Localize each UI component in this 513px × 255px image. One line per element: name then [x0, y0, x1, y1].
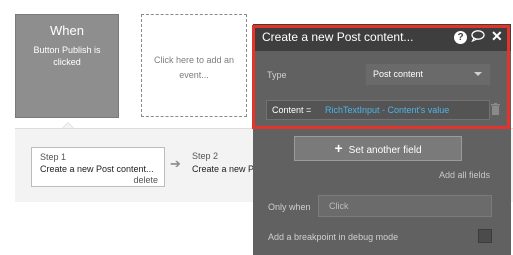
set-another-field-label: Set another field: [348, 145, 422, 156]
close-icon[interactable]: ✕: [491, 28, 503, 45]
delete-step-link[interactable]: delete: [133, 175, 158, 185]
content-field-row[interactable]: Content = RichTextInput - Content's valu…: [266, 100, 490, 120]
panel-caret-inner: [63, 123, 73, 128]
event-subtitle: Button Publish is clicked: [33, 45, 101, 67]
step-number: Step 2: [192, 151, 219, 161]
event-card-button-publish[interactable]: When Button Publish is clicked: [15, 14, 119, 118]
type-select-value: Post content: [373, 69, 424, 79]
comment-icon[interactable]: [471, 30, 485, 45]
plus-icon: +: [334, 140, 343, 156]
field-dynamic-value[interactable]: RichTextInput - Content's value: [325, 105, 449, 115]
help-icon[interactable]: ?: [454, 31, 467, 44]
step-number: Step 1: [40, 152, 67, 162]
breakpoint-checkbox[interactable]: [478, 229, 492, 243]
type-label: Type: [267, 70, 287, 80]
editor-header: Create a new Post content... ? ✕: [253, 24, 511, 51]
event-title: When: [50, 23, 84, 38]
set-another-field-button[interactable]: + Set another field: [294, 136, 462, 161]
step-2-card[interactable]: Step 2 Create a new P: [192, 151, 254, 174]
type-select[interactable]: Post content: [366, 64, 490, 85]
editor-title: Create a new Post content...: [262, 30, 414, 44]
trash-icon[interactable]: [491, 102, 500, 115]
chevron-down-icon: [474, 72, 482, 76]
arrow-right-icon: ➔: [170, 156, 181, 171]
add-event-placeholder[interactable]: Click here to add an event...: [141, 14, 247, 117]
add-all-fields-link[interactable]: Add all fields: [439, 170, 490, 180]
only-when-input[interactable]: Click: [318, 195, 492, 217]
step-name: Create a new Post content...: [40, 164, 154, 174]
only-when-label: Only when: [268, 202, 311, 212]
step-1-card[interactable]: Step 1 Create a new Post content... dele…: [31, 147, 165, 187]
step-name: Create a new P: [192, 164, 255, 174]
field-name: Content =: [272, 105, 312, 115]
breakpoint-label: Add a breakpoint in debug mode: [268, 232, 399, 242]
